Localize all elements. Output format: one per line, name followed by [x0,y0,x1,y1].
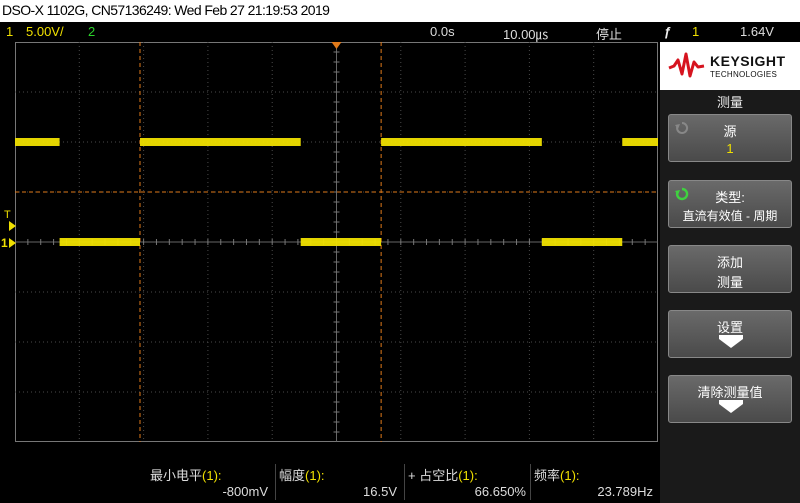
keysight-wave-icon [668,52,705,78]
waveform-segment [15,138,60,146]
source-label: 源 [723,124,737,139]
add-label-1: 添加 [716,255,743,270]
meas-frequency-label: 频率(1): [534,468,580,483]
ch2-number[interactable]: 2 [88,24,95,39]
ch1-ground-marker: 1 [1,236,8,250]
add-measurement-softkey[interactable]: 添加 测量 [668,245,792,293]
status-bar: 1 5.00V/ 2 0.0s 10.00㎲ 停止 ƒ 1 1.64V [0,22,800,42]
clear-measurements-softkey[interactable]: 清除测量值 [668,375,792,423]
clear-label: 清除测量值 [697,385,763,400]
settings-softkey[interactable]: 设置 [668,310,792,358]
waveform-segment [541,238,623,246]
ch1-ground-arrow-icon [9,238,16,248]
measurement-bar: 最小电平(1): -800mV 幅度(1): 16.5V + 占空比(1): 6… [0,462,660,503]
ch1-number[interactable]: 1 [6,24,13,39]
meas-amplitude-value: 16.5V [363,484,397,499]
meas-duty-label: + 占空比(1): [408,468,478,483]
run-state[interactable]: 停止 [596,24,622,43]
trigger-edge-icon: ƒ [664,24,672,39]
waveform-display[interactable] [15,42,658,442]
brand-sub: TECHNOLOGIES [710,70,778,79]
softkey-panel: KEYSIGHT TECHNOLOGIES 测量 源 1 类型: 直流有效值 -… [660,42,800,503]
keysight-logo: KEYSIGHT TECHNOLOGIES [660,42,800,90]
ch1-scale[interactable]: 5.00V/ [26,24,64,39]
type-softkey[interactable]: 类型: 直流有效值 - 周期 [668,180,792,228]
meas-amplitude-label: 幅度(1): [279,468,325,483]
add-label-2: 测量 [716,275,743,290]
type-value: 直流有效值 - 周期 [682,209,778,223]
waveform-segment [140,138,301,146]
window-title: DSO-X 1102G, CN57136249: Wed Feb 27 21:1… [2,2,330,18]
brand-name: KEYSIGHT [710,53,786,69]
source-softkey[interactable]: 源 1 [668,114,792,162]
divider [275,464,276,500]
time-offset[interactable]: 0.0s [430,24,455,39]
time-scale[interactable]: 10.00㎲ [503,24,549,43]
menu-title: 测量 [716,95,743,110]
source-value: 1 [726,141,734,156]
trigger-source[interactable]: 1 [692,24,699,39]
divider [404,464,405,500]
submenu-arrow-icon [719,404,743,413]
waveform-segment [622,138,658,146]
trigger-level[interactable]: 1.64V [740,24,774,39]
waveform-segment [300,238,382,246]
trigger-level-marker: T [4,209,11,221]
waveform-segment [381,138,542,146]
submenu-arrow-icon [719,339,743,348]
graticule [15,42,658,442]
divider [530,464,531,500]
settings-label: 设置 [716,320,743,335]
title-bar: DSO-X 1102G, CN57136249: Wed Feb 27 21:1… [0,0,800,22]
meas-min-value: -800mV [222,484,268,499]
trigger-arrow-icon [9,221,16,231]
type-label: 类型: [715,190,745,205]
trigger-position-marker [331,42,342,49]
meas-min-label: 最小电平(1): [150,468,222,483]
meas-duty-value: 66.650% [474,484,526,499]
waveform-segment [59,238,141,246]
meas-frequency-value: 23.789Hz [597,484,653,499]
